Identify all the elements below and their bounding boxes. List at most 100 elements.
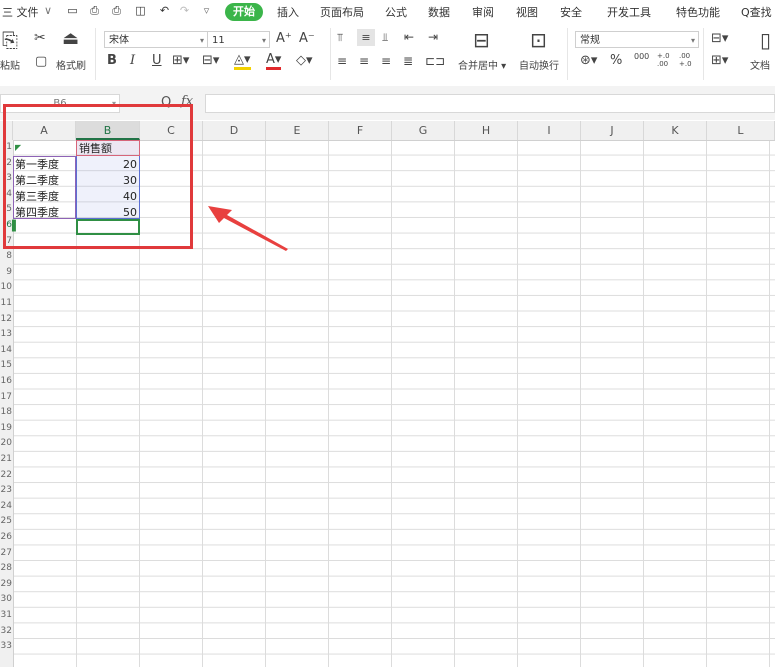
row-header[interactable]: 14 [0,343,12,358]
document-icon[interactable]: ▯ [760,28,771,52]
italic-button[interactable]: I [130,53,135,68]
tab-page-layout[interactable]: 页面布局 [320,4,364,20]
row-header[interactable]: 16 [0,374,12,389]
row-header[interactable]: 22 [0,468,12,483]
row-header[interactable]: 12 [0,312,12,327]
currency-icon[interactable]: ⊛▾ [580,53,597,68]
row-header[interactable]: 19 [0,421,12,436]
row-header[interactable]: 15 [0,358,12,373]
row-header[interactable]: 20 [0,436,12,451]
wrap-text-icon[interactable]: ⊡ [530,28,547,52]
align-right-icon[interactable]: ≡ [381,54,391,68]
row-header[interactable]: 27 [0,546,12,561]
column-header-f[interactable]: F [329,121,392,140]
clear-format-icon[interactable]: ◇▾ [296,53,313,68]
chevron-down-icon[interactable]: ∨ [44,4,52,17]
grow-font-icon[interactable]: A⁺ [276,31,292,46]
tab-security[interactable]: 安全 [560,4,582,20]
tab-features[interactable]: 特色功能 [676,4,720,20]
menu-file[interactable]: 三 文件 [2,4,39,20]
document-label[interactable]: 文档 [750,57,770,72]
row-header[interactable]: 33 [0,639,12,654]
annotation-arrow-icon [208,206,288,251]
font-name-select[interactable]: 宋体 ▾ [104,31,208,48]
row-header[interactable]: 23 [0,483,12,498]
align-left-icon[interactable]: ≡ [337,54,347,68]
column-header-k[interactable]: K [644,121,707,140]
row-header[interactable]: 9 [0,265,12,280]
align-bottom-icon[interactable]: ⫫ [382,31,388,45]
column-header-j[interactable]: J [581,121,644,140]
row-header[interactable]: 18 [0,405,12,420]
undo-icon[interactable]: ↶ [158,4,171,17]
paste-label[interactable]: 粘贴 [0,57,20,72]
table-style-icon[interactable]: ⊟▾ [711,31,728,46]
row-header[interactable]: 8 [0,249,12,264]
tab-developer[interactable]: 开发工具 [607,4,651,20]
save-icon[interactable]: ▭ [66,4,79,17]
row-header[interactable]: 31 [0,608,12,623]
format-painter-icon[interactable]: ⏏ [62,28,79,49]
align-center-icon[interactable]: ≡ [359,54,369,68]
row-header[interactable]: 13 [0,327,12,342]
column-header-d[interactable]: D [203,121,266,140]
paste-icon[interactable]: ⎘ [2,28,18,52]
row-header[interactable]: 24 [0,499,12,514]
column-header-e[interactable]: E [266,121,329,140]
cut-icon[interactable]: ✂ [34,30,46,46]
row-header[interactable]: 28 [0,561,12,576]
tab-formulas[interactable]: 公式 [385,4,407,20]
merge-center-label[interactable]: 合并居中 ▾ [458,57,506,72]
justify-icon[interactable]: ≣ [403,54,413,68]
row-header[interactable]: 29 [0,577,12,592]
tab-data[interactable]: 数据 [428,4,450,20]
column-header-l[interactable]: L [707,121,775,140]
copy-icon[interactable]: ▢ [35,54,47,69]
align-top-icon[interactable]: ⫪ [337,31,343,45]
more-icon[interactable]: ▿ [200,4,213,17]
row-header[interactable]: 25 [0,514,12,529]
tab-review[interactable]: 审阅 [472,4,494,20]
divider [330,28,331,80]
increase-decimal-button[interactable]: +.0 .00 [657,52,673,68]
border-icon[interactable]: ⊞▾ [172,53,189,68]
bold-button[interactable]: B [107,53,117,68]
row-header[interactable]: 26 [0,530,12,545]
column-header-h[interactable]: H [455,121,518,140]
distribute-icon[interactable]: ⊏⊐ [425,54,445,68]
row-header[interactable]: 21 [0,452,12,467]
percent-button[interactable]: % [610,53,622,68]
align-middle-icon[interactable]: ≡ [357,29,375,46]
number-format-select[interactable]: 常规 ▾ [575,31,699,48]
merge-center-icon[interactable]: ⊟ [473,28,490,52]
fill-color-icon[interactable]: ◬▾ [234,53,251,70]
font-color-icon[interactable]: A▾ [266,53,282,70]
wrap-text-label[interactable]: 自动换行 [519,57,559,72]
cell-style-icon[interactable]: ⊟▾ [202,53,219,68]
print-icon[interactable]: ⎙ [110,4,123,17]
underline-button[interactable]: U [152,53,162,68]
row-header[interactable]: 10 [0,280,12,295]
shrink-font-icon[interactable]: A⁻ [299,31,315,46]
tab-view[interactable]: 视图 [516,4,538,20]
conditional-format-icon[interactable]: ⊞▾ [711,53,728,68]
format-painter-label[interactable]: 格式刷 [56,57,86,72]
redo-icon[interactable]: ↷ [178,4,191,17]
tab-home[interactable]: 开始 [225,3,263,21]
column-header-g[interactable]: G [392,121,455,140]
print-preview-icon[interactable]: ⎙ [88,4,101,17]
row-header[interactable]: 32 [0,624,12,639]
row-header[interactable]: 17 [0,390,12,405]
thousands-separator-button[interactable]: 000 [634,52,649,61]
decrease-decimal-button[interactable]: .00 +.0 [679,52,695,68]
zoom-preview-icon[interactable]: ◫ [134,4,147,17]
formula-input[interactable] [205,94,775,113]
indent-decrease-icon[interactable]: ⇤ [404,30,414,44]
search-tab[interactable]: Q查找 [741,4,772,20]
row-header[interactable]: 11 [0,296,12,311]
row-header[interactable]: 30 [0,592,12,607]
indent-increase-icon[interactable]: ⇥ [428,30,438,44]
column-header-i[interactable]: I [518,121,581,140]
font-size-select[interactable]: 11 ▾ [207,31,270,48]
tab-insert[interactable]: 插入 [277,4,299,20]
